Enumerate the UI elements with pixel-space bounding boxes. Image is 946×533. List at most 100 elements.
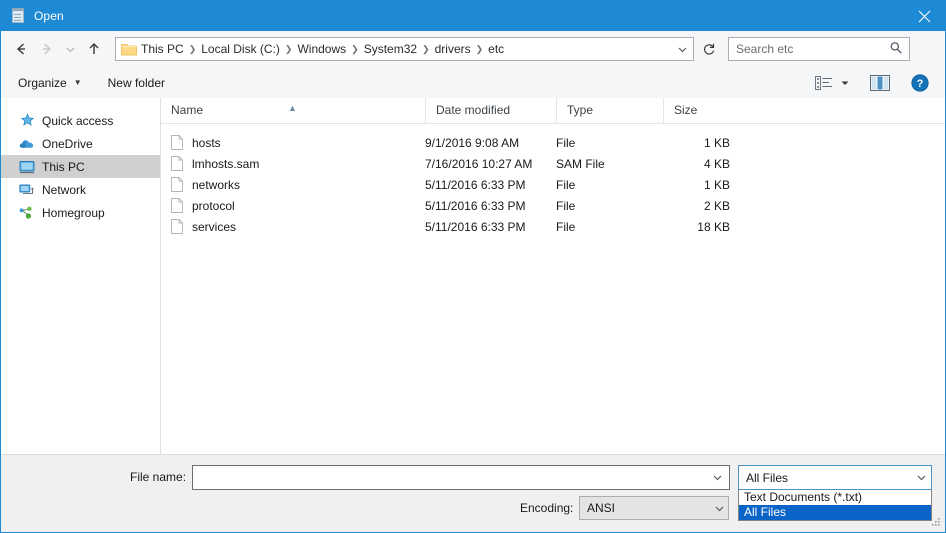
window-title: Open (34, 9, 64, 23)
star-icon (19, 113, 35, 129)
sidebar-item-label: OneDrive (42, 136, 93, 151)
address-dropdown-chevron-icon[interactable] (673, 38, 691, 60)
table-row[interactable]: hosts 9/1/2016 9:08 AM File 1 KB (161, 132, 945, 153)
file-name-label: hosts (192, 135, 221, 150)
table-row[interactable]: services 5/11/2016 6:33 PM File 18 KB (161, 216, 945, 237)
new-folder-button[interactable]: New folder (101, 71, 172, 95)
breadcrumb-separator: ❯ (422, 44, 430, 54)
file-icon (171, 135, 183, 150)
breadcrumb-item-5[interactable]: etc (484, 38, 508, 60)
forward-arrow-icon (35, 37, 59, 61)
file-type-filter-select[interactable]: All Files (738, 465, 932, 490)
help-icon[interactable]: ? (905, 71, 935, 95)
sidebar-item-quick-access[interactable]: Quick access (1, 109, 160, 132)
file-name-input[interactable] (192, 465, 730, 490)
organize-label: Organize (18, 75, 67, 90)
view-options-chevron-icon[interactable] (837, 71, 853, 95)
chevron-down-icon: ▼ (73, 77, 82, 87)
preview-pane-icon[interactable] (865, 71, 895, 95)
sidebar-item-label: This PC (42, 159, 85, 174)
file-type-filter-chevron-icon[interactable] (916, 466, 927, 489)
column-headers: Name ▲ Date modified Type Size (161, 98, 945, 124)
address-bar[interactable]: This PC ❯ Local Disk (C:) ❯ Windows ❯ Sy… (115, 37, 694, 61)
file-name-label: lmhosts.sam (192, 156, 260, 171)
encoding-select[interactable]: ANSI (579, 496, 729, 520)
sidebar-item-homegroup[interactable]: Homegroup (1, 201, 160, 224)
dialog-body: Quick access OneDrive This PC Network Ho… (1, 98, 945, 454)
breadcrumb-item-4[interactable]: drivers (431, 38, 475, 60)
file-type-filter-option-text-documents[interactable]: Text Documents (*.txt) (739, 490, 931, 505)
table-row[interactable]: lmhosts.sam 7/16/2016 10:27 AM SAM File … (161, 153, 945, 174)
refresh-icon[interactable] (698, 37, 720, 61)
file-icon (171, 156, 183, 171)
breadcrumb-separator: ❯ (351, 44, 359, 54)
column-header-date-modified[interactable]: Date modified (425, 98, 556, 123)
file-name-cell[interactable]: hosts (161, 135, 425, 150)
breadcrumb-item-1[interactable]: Local Disk (C:) (197, 38, 284, 60)
breadcrumb-separator: ❯ (188, 44, 197, 54)
file-name-cell[interactable]: networks (161, 177, 425, 192)
breadcrumb-separator: ❯ (284, 44, 293, 54)
column-header-size[interactable]: Size (663, 98, 743, 123)
notepad-icon (10, 8, 26, 24)
sidebar-item-this-pc[interactable]: This PC (1, 155, 160, 178)
table-row[interactable]: networks 5/11/2016 6:33 PM File 1 KB (161, 174, 945, 195)
close-button[interactable] (901, 1, 945, 31)
breadcrumb-item-3[interactable]: System32 (360, 38, 421, 60)
file-list: Name ▲ Date modified Type Size hosts 9/1… (161, 98, 945, 454)
network-icon (19, 182, 35, 198)
toolbar-right-group: ? (811, 67, 945, 98)
encoding-label: Encoding: (520, 501, 574, 515)
new-folder-label: New folder (107, 75, 165, 90)
table-row[interactable]: protocol 5/11/2016 6:33 PM File 2 KB (161, 195, 945, 216)
encoding-dropdown-chevron-icon[interactable] (714, 497, 725, 519)
back-arrow-icon[interactable] (9, 37, 33, 61)
breadcrumb-separator: ❯ (475, 44, 484, 54)
file-name-label: networks (192, 177, 241, 192)
file-date-cell: 9/1/2016 9:08 AM (425, 135, 520, 150)
title-bar: Open (1, 1, 945, 31)
file-size-cell: 1 KB (703, 177, 730, 192)
file-type-cell: File (556, 219, 576, 234)
file-date-cell: 5/11/2016 6:33 PM (425, 219, 526, 234)
file-icon (171, 177, 183, 192)
monitor-icon (19, 159, 35, 175)
breadcrumb-item-2[interactable]: Windows (293, 38, 350, 60)
organize-button[interactable]: Organize ▼ (11, 71, 89, 95)
sidebar-item-label: Homegroup (42, 205, 105, 220)
column-header-name[interactable]: Name ▲ (161, 98, 425, 123)
sidebar-item-onedrive[interactable]: OneDrive (1, 132, 160, 155)
file-icon (171, 219, 183, 234)
sidebar-item-network[interactable]: Network (1, 178, 160, 201)
svg-text:?: ? (917, 78, 924, 90)
file-name-label: protocol (192, 198, 235, 213)
file-type-filter-option-all-files[interactable]: All Files (739, 505, 931, 520)
file-type-cell: File (556, 198, 576, 213)
file-date-cell: 7/16/2016 10:27 AM (425, 156, 533, 171)
column-header-type[interactable]: Type (556, 98, 663, 123)
search-placeholder: Search etc (736, 42, 794, 56)
file-type-cell: File (556, 135, 576, 150)
file-date-cell: 5/11/2016 6:33 PM (425, 198, 526, 213)
breadcrumb-item-0[interactable]: This PC (137, 38, 188, 60)
file-type-cell: File (556, 177, 576, 192)
file-name-dropdown-chevron-icon[interactable] (706, 466, 728, 489)
file-name-cell[interactable]: lmhosts.sam (161, 156, 425, 171)
file-type-filter-dropdown: Text Documents (*.txt) All Files (738, 490, 932, 521)
recent-locations-chevron-icon[interactable] (61, 37, 79, 61)
cloud-icon (19, 136, 35, 152)
folder-icon (121, 42, 137, 56)
navigation-bar: This PC ❯ Local Disk (C:) ❯ Windows ❯ Sy… (1, 31, 945, 67)
search-input[interactable]: Search etc (728, 37, 910, 61)
file-size-cell: 4 KB (703, 156, 730, 171)
file-size-cell: 1 KB (703, 135, 730, 150)
file-name-cell[interactable]: services (161, 219, 425, 234)
search-icon[interactable] (889, 41, 903, 58)
file-name-cell[interactable]: protocol (161, 198, 425, 213)
file-name-label: File name: (130, 470, 187, 484)
up-arrow-icon[interactable] (82, 37, 106, 61)
file-date-cell: 5/11/2016 6:33 PM (425, 177, 526, 192)
view-options-icon[interactable] (811, 71, 837, 95)
open-file-dialog: Open This PC ❯ Local Disk (C:) ❯ Windows… (0, 0, 946, 533)
file-size-cell: 2 KB (703, 198, 730, 213)
